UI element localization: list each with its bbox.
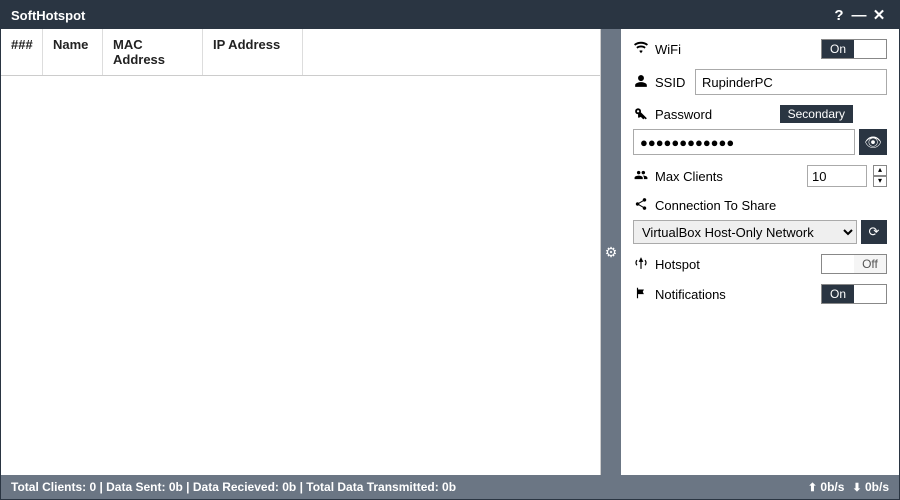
wifi-row: WiFi On <box>633 39 887 59</box>
notifications-label: Notifications <box>655 287 815 302</box>
app-title: SoftHotspot <box>11 8 829 23</box>
settings-panel: WiFi On SSID Password Secondary <box>621 29 899 475</box>
user-icon <box>633 74 649 91</box>
up-arrow-icon: ⬆ <box>808 482 817 494</box>
wifi-label: WiFi <box>655 42 815 57</box>
refresh-icon: ⟳ <box>869 224 880 240</box>
content: ### Name MAC Address IP Address ⚙ WiFi O… <box>1 29 899 475</box>
col-mac: MAC Address <box>103 29 203 75</box>
maxclients-label: Max Clients <box>655 169 801 184</box>
eye-icon: 👁 <box>864 134 882 151</box>
down-arrow-icon: ⬇ <box>852 482 861 494</box>
antenna-icon <box>633 256 649 273</box>
gear-icon: ⚙ <box>605 244 618 261</box>
spin-up-icon[interactable]: ▴ <box>873 165 887 176</box>
col-index: ### <box>1 29 43 75</box>
password-input[interactable] <box>633 129 855 155</box>
minimize-button[interactable]: — <box>849 7 869 24</box>
password-section: Password Secondary 👁 <box>633 105 887 155</box>
download-rate: ⬇ 0b/s <box>852 480 889 494</box>
notifications-row: Notifications On <box>633 284 887 304</box>
status-text: Total Clients: 0 | Data Sent: 0b | Data … <box>11 480 808 494</box>
password-label: Password <box>655 107 774 122</box>
wifi-icon <box>633 41 649 58</box>
flag-icon <box>633 286 649 303</box>
table-body <box>1 76 600 475</box>
hotspot-label: Hotspot <box>655 257 815 272</box>
key-icon <box>633 106 649 123</box>
panel-divider[interactable]: ⚙ <box>601 29 621 475</box>
connection-select[interactable]: VirtualBox Host-Only Network <box>633 220 857 244</box>
refresh-button[interactable]: ⟳ <box>861 220 887 244</box>
share-icon <box>633 197 649 214</box>
table-header: ### Name MAC Address IP Address <box>1 29 600 76</box>
hotspot-row: Hotspot Off <box>633 254 887 274</box>
upload-rate: ⬆ 0b/s <box>808 480 845 494</box>
clients-panel: ### Name MAC Address IP Address <box>1 29 601 475</box>
maxclients-spinner[interactable]: ▴ ▾ <box>873 165 887 187</box>
spin-down-icon[interactable]: ▾ <box>873 176 887 187</box>
maxclients-input[interactable] <box>807 165 867 187</box>
show-password-button[interactable]: 👁 <box>859 129 887 155</box>
connection-section: Connection To Share VirtualBox Host-Only… <box>633 197 887 244</box>
wifi-toggle[interactable]: On <box>821 39 887 59</box>
ssid-label: SSID <box>655 75 689 90</box>
col-name: Name <box>43 29 103 75</box>
help-button[interactable]: ? <box>829 7 849 24</box>
hotspot-toggle[interactable]: Off <box>821 254 887 274</box>
titlebar: SoftHotspot ? — ✕ <box>1 1 899 29</box>
close-button[interactable]: ✕ <box>869 6 889 24</box>
ssid-row: SSID <box>633 69 887 95</box>
col-ip: IP Address <box>203 29 303 75</box>
users-icon <box>633 168 649 185</box>
statusbar: Total Clients: 0 | Data Sent: 0b | Data … <box>1 475 899 499</box>
maxclients-row: Max Clients ▴ ▾ <box>633 165 887 187</box>
password-badge[interactable]: Secondary <box>780 105 853 123</box>
ssid-input[interactable] <box>695 69 887 95</box>
connection-label: Connection To Share <box>655 198 887 213</box>
notifications-toggle[interactable]: On <box>821 284 887 304</box>
